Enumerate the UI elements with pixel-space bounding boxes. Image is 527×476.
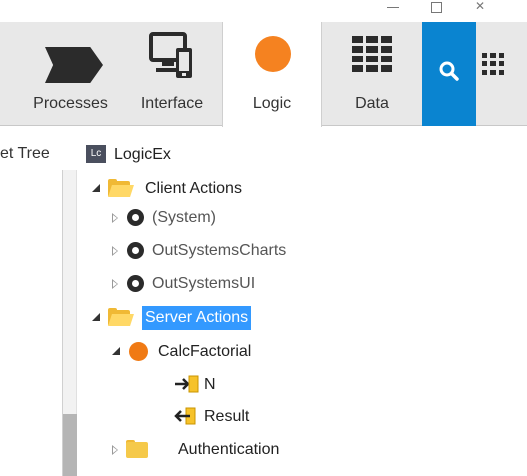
tree-node-system[interactable]: (System) — [112, 205, 412, 231]
tree-node-server-actions[interactable]: Server Actions — [92, 305, 392, 331]
search-icon — [439, 61, 459, 81]
tree-node-outsystems-ui[interactable]: OutSystemsUI — [112, 271, 412, 297]
more-button[interactable] — [476, 22, 527, 126]
module-icon — [127, 242, 144, 259]
close-icon[interactable]: ✕ — [467, 0, 493, 16]
tree-node-label: N — [204, 376, 216, 393]
expand-arrow-icon[interactable] — [92, 184, 100, 192]
scrollbar-thumb[interactable] — [63, 414, 77, 476]
maximize-icon[interactable] — [423, 0, 449, 16]
tab-data[interactable]: Data — [322, 22, 422, 126]
tab-data-label: Data — [355, 95, 389, 112]
tab-interface-label: Interface — [140, 95, 204, 112]
collapse-arrow-icon[interactable] — [112, 213, 118, 223]
grid-icon — [482, 53, 504, 75]
tree-root-label[interactable]: LogicEx — [114, 146, 171, 164]
output-parameter-icon — [174, 407, 196, 425]
tab-processes-label: Processes — [33, 95, 108, 112]
tree-node-param-result[interactable]: Result — [172, 404, 372, 430]
tree-node-label-selected: Server Actions — [142, 306, 252, 330]
search-button[interactable] — [422, 22, 476, 126]
input-parameter-icon — [175, 375, 199, 393]
tree-node-authentication[interactable]: Authentication — [112, 437, 412, 463]
folder-open-icon — [108, 179, 134, 197]
logic-icon — [255, 36, 291, 72]
tree-node-outsystems-charts[interactable]: OutSystemsCharts — [112, 238, 412, 264]
tab-logic[interactable]: Logic — [222, 22, 322, 127]
tree-node-label: Result — [204, 408, 250, 425]
tree-header: et Tree Lc LogicEx — [0, 141, 527, 169]
module-icon — [127, 209, 144, 226]
module-icon — [127, 275, 144, 292]
folder-open-icon — [108, 308, 134, 326]
title-bar: ✕ — [0, 0, 527, 22]
tree-node-calc-factorial[interactable]: CalcFactorial — [112, 339, 412, 365]
interface-icon — [149, 32, 192, 78]
tree-node-label: Authentication — [178, 441, 280, 458]
tree-node-client-actions[interactable]: Client Actions — [92, 176, 392, 202]
tree-node-label: OutSystemsUI — [152, 275, 256, 292]
collapse-arrow-icon[interactable] — [112, 279, 118, 289]
element-tree-tab[interactable]: et Tree — [0, 145, 50, 163]
collapse-arrow-icon[interactable] — [112, 445, 118, 455]
expand-arrow-icon[interactable] — [112, 347, 120, 355]
left-pane — [0, 170, 63, 476]
action-icon — [129, 342, 148, 361]
minimize-icon[interactable] — [380, 0, 406, 16]
tab-interface[interactable]: Interface — [123, 22, 221, 126]
folder-icon — [126, 440, 150, 458]
module-badge-icon: Lc — [86, 145, 106, 163]
tab-processes[interactable]: Processes — [18, 22, 123, 126]
process-icon — [45, 47, 103, 83]
data-icon — [352, 36, 392, 72]
tree-node-label: OutSystemsCharts — [152, 242, 287, 259]
main-toolbar: Processes Interface Logic Data — [0, 22, 527, 127]
collapse-arrow-icon[interactable] — [112, 246, 118, 256]
expand-arrow-icon[interactable] — [92, 313, 100, 321]
tree-node-label: (System) — [152, 209, 216, 226]
tree-node-param-n[interactable]: N — [172, 372, 372, 398]
tree-node-label: Client Actions — [145, 180, 242, 197]
tab-logic-label: Logic — [252, 95, 292, 112]
tree-node-label: CalcFactorial — [158, 343, 252, 360]
